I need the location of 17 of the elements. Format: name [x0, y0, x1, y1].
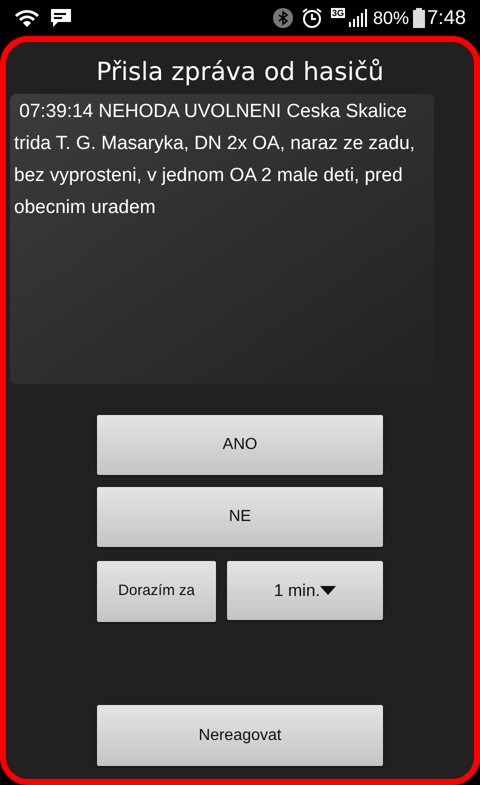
signal-icon — [349, 9, 368, 27]
dismiss-button[interactable]: Nereagovat — [97, 705, 383, 766]
arrive-button[interactable]: Dorazím za — [97, 561, 216, 622]
bluetooth-icon — [273, 8, 294, 28]
clock-time: 7:48 — [427, 6, 466, 31]
dropdown-caret-icon — [320, 586, 336, 595]
network-type: 3G — [331, 8, 346, 18]
wifi-icon — [14, 8, 40, 28]
battery-percent: 80% — [373, 6, 410, 30]
answer-button[interactable]: NE — [97, 487, 383, 547]
dialog-title: Přisla zpráva od hasičů — [95, 56, 385, 88]
message-text: 07:39:14 NEHODA UVOLNENI Ceska Skalice trida T. G. Masaryka, DN 2x OA, naraz ze zadu, bez vyprosteni, v jednom OA 2 male deti, pred obecnim uradem — [10, 94, 434, 384]
message-icon — [50, 8, 72, 28]
minutes-dropdown[interactable]: 1 min. — [227, 561, 383, 620]
alarm-icon — [301, 7, 324, 29]
answer-button[interactable]: ANO — [97, 415, 383, 475]
battery-icon — [413, 8, 426, 28]
